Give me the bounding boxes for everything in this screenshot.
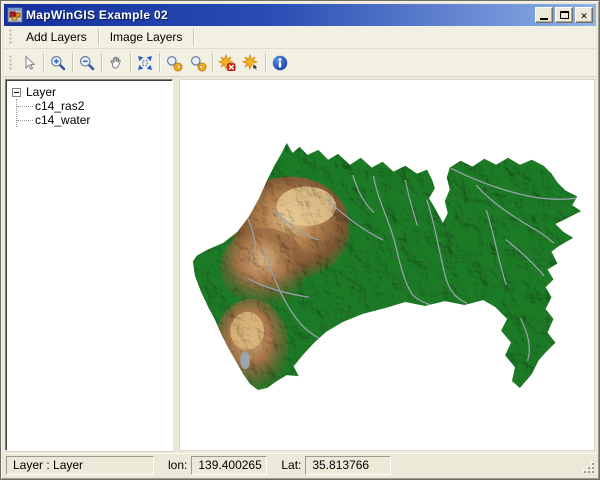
app-window: MapWinGIS Example 02 ✕ Add Layers Image … xyxy=(0,0,600,480)
lat-value-box[interactable]: 35.813766 xyxy=(305,456,391,475)
app-icon xyxy=(7,7,23,23)
tree-node-layer[interactable]: Layer xyxy=(12,85,170,99)
remove-layer-icon xyxy=(218,54,236,72)
lat-label: Lat: xyxy=(281,458,301,472)
pan-button[interactable] xyxy=(104,51,128,75)
menu-add-layers[interactable]: Add Layers xyxy=(17,27,96,48)
zoom-extent-icon xyxy=(136,54,154,72)
info-button[interactable] xyxy=(268,51,292,75)
content-area: Layer c14_ras2 c14_water xyxy=(4,77,596,453)
menubar-grip[interactable] xyxy=(9,29,14,45)
terrain-map-image xyxy=(180,80,594,450)
lon-value-box[interactable]: 139.400265 xyxy=(191,456,267,475)
tree-node-c14-ras2[interactable]: c14_ras2 xyxy=(17,99,170,113)
status-layer-panel: Layer : Layer xyxy=(6,456,154,475)
zoom-out-icon xyxy=(78,54,96,72)
tree-root-label: Layer xyxy=(26,85,56,99)
zoom-extent-button[interactable] xyxy=(133,51,157,75)
minimize-icon xyxy=(540,18,548,20)
clear-layers-icon xyxy=(242,54,260,72)
menu-bar: Add Layers Image Layers xyxy=(4,26,596,49)
maximize-icon xyxy=(560,11,569,19)
zoom-next-button[interactable] xyxy=(186,51,210,75)
zoom-next-icon xyxy=(189,54,207,72)
zoom-previous-icon xyxy=(165,54,183,72)
zoom-out-button[interactable] xyxy=(75,51,99,75)
status-bar: Layer : Layer lon: 139.400265 Lat: 35.81… xyxy=(4,453,596,476)
tree-item-label: c14_ras2 xyxy=(35,99,84,113)
zoom-in-icon xyxy=(49,54,67,72)
remove-layer-button[interactable] xyxy=(215,51,239,75)
lon-label: lon: xyxy=(168,458,187,472)
close-icon: ✕ xyxy=(581,10,588,21)
lake-ashi xyxy=(240,351,250,369)
minimize-button[interactable] xyxy=(535,7,553,23)
clear-layers-button[interactable] xyxy=(239,51,263,75)
layers-tree-panel: Layer c14_ras2 c14_water xyxy=(5,79,173,451)
tree-collapse-icon[interactable] xyxy=(12,88,21,97)
maximize-button[interactable] xyxy=(555,7,573,23)
toolbar-grip[interactable] xyxy=(9,55,14,71)
close-button[interactable]: ✕ xyxy=(575,7,593,23)
zoom-previous-button[interactable] xyxy=(162,51,186,75)
resize-grip[interactable] xyxy=(583,462,595,474)
tree-item-label: c14_water xyxy=(35,113,90,127)
zoom-in-button[interactable] xyxy=(46,51,70,75)
tree-connector xyxy=(17,120,33,121)
title-bar: MapWinGIS Example 02 ✕ xyxy=(4,4,596,26)
window-title: MapWinGIS Example 02 xyxy=(26,8,535,22)
menu-image-layers[interactable]: Image Layers xyxy=(101,27,192,48)
tree-node-c14-water[interactable]: c14_water xyxy=(17,113,170,127)
menu-separator xyxy=(98,29,99,46)
select-cursor-icon xyxy=(20,54,38,72)
tool-bar xyxy=(4,49,596,77)
menu-separator xyxy=(193,29,194,46)
tree-connector xyxy=(17,106,33,107)
map-canvas[interactable] xyxy=(179,79,595,451)
select-tool-button[interactable] xyxy=(17,51,41,75)
info-icon xyxy=(271,54,289,72)
pan-hand-icon xyxy=(107,54,125,72)
